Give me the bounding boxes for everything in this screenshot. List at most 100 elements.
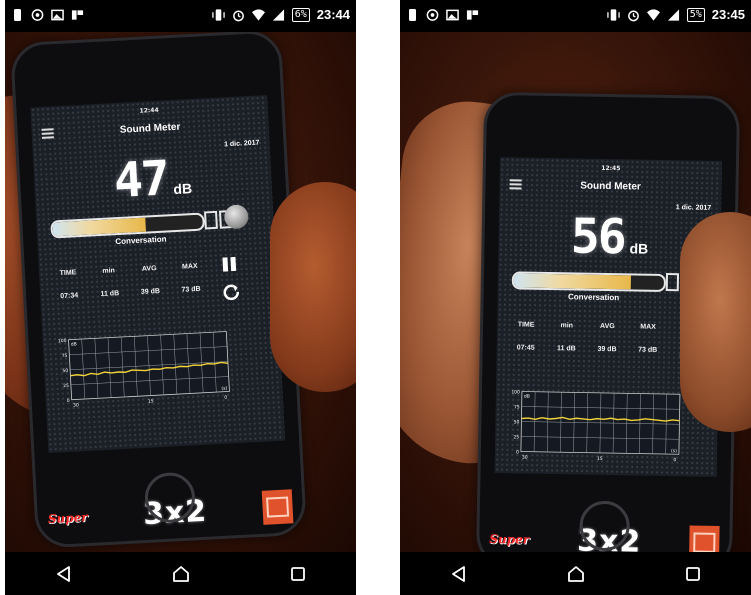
back-icon <box>451 565 465 582</box>
whatsapp-icon <box>31 9 44 21</box>
chart-y-tick: 100 <box>511 389 520 395</box>
level-bar <box>511 271 667 293</box>
whatsapp-icon <box>426 9 439 21</box>
stat-max: 73 dB <box>181 285 201 294</box>
home-button[interactable] <box>559 557 593 591</box>
stat-min: 11 dB <box>556 345 576 353</box>
db-unit: dB <box>172 180 193 198</box>
level-fill <box>513 273 631 290</box>
chart-y-unit: dB <box>524 394 530 400</box>
recents-icon <box>685 566 700 581</box>
flipboard-icon <box>466 10 479 20</box>
chart-x-tick: 15 <box>148 398 154 404</box>
gallery-icon <box>51 9 64 21</box>
chart-x-tick: 0 <box>224 395 227 401</box>
recents-button[interactable] <box>281 557 315 591</box>
signal-icon <box>272 8 284 21</box>
chart-x-unit: (s) <box>221 386 227 392</box>
db-history-chart: 100 75 50 25 0 30 15 0 dB (s) <box>503 385 690 468</box>
back-button[interactable] <box>442 557 476 591</box>
app-title: Sound Meter <box>580 180 641 193</box>
android-nav-bar <box>400 552 751 595</box>
stat-min: 11 dB <box>100 290 120 299</box>
chart-y-tick: 25 <box>63 383 69 389</box>
home-icon <box>172 565 189 582</box>
chart-y-unit: dB <box>71 341 77 347</box>
chart-y-tick: 0 <box>516 449 519 455</box>
stat-header-time: TIME <box>59 269 77 278</box>
alarm-icon <box>232 10 244 21</box>
stat-max: 73 dB <box>638 346 658 354</box>
chart-x-unit: (s) <box>671 448 677 454</box>
vibrate-icon <box>211 8 225 21</box>
screenshot-left: 6% 23:44 12:44 Sound Meter 1 dic. 2017 4… <box>5 0 356 595</box>
android-nav-bar <box>5 552 356 595</box>
db-unit: dB <box>629 240 649 257</box>
home-icon <box>567 565 584 582</box>
db-value: 56 <box>570 208 626 266</box>
chart-y-tick: 0 <box>67 398 70 404</box>
chart-y-tick: 50 <box>62 368 68 374</box>
stats-values: 07:34 11 dB 39 dB 73 dB <box>50 285 210 300</box>
phone: 12:44 Sound Meter 1 dic. 2017 47 dB Conv… <box>9 32 308 549</box>
back-icon <box>56 565 70 582</box>
status-bar: 6% 23:44 <box>5 0 356 32</box>
back-button[interactable] <box>47 557 81 591</box>
chart-y-tick: 25 <box>513 434 519 440</box>
chart-y-tick: 75 <box>61 353 67 359</box>
reset-icon[interactable] <box>222 283 241 302</box>
level-label: Conversation <box>567 292 620 303</box>
status-clock: 23:45 <box>711 7 745 22</box>
wifi-icon <box>251 8 265 21</box>
stat-header-avg: AVG <box>600 322 615 331</box>
db-value: 47 <box>112 150 170 210</box>
ad-super-label: Super <box>489 531 530 547</box>
stat-header-time: TIME <box>517 321 535 329</box>
phone-clock: 12:45 <box>601 164 621 173</box>
phone-clock: 12:44 <box>139 106 159 115</box>
photo: 12:44 Sound Meter 1 dic. 2017 47 dB Conv… <box>5 32 356 552</box>
hand-thumb <box>680 212 751 432</box>
chart-x-tick: 30 <box>522 455 528 461</box>
stat-header-max: MAX <box>181 262 198 271</box>
stat-header-min: min <box>102 267 116 275</box>
chart-x-tick: 0 <box>673 457 676 463</box>
ad-logo-icon <box>689 525 720 552</box>
screenshot-right: 5% 23:45 12:45 Sound Meter 1 dic. 2017 5… <box>400 0 751 595</box>
ad-super-label: Super <box>47 510 88 527</box>
level-fill <box>52 217 146 237</box>
stats-table: TIME min AVG MAX 07:34 11 dB 39 dB 73 dB <box>49 262 211 316</box>
date-label: 1 dic. 2017 <box>675 204 712 212</box>
level-knob[interactable] <box>223 204 249 230</box>
ad-logo-icon <box>261 489 294 525</box>
flipboard-icon <box>71 10 84 20</box>
recents-icon <box>290 566 305 581</box>
alarm-icon <box>627 10 639 21</box>
stats-headers: TIME min AVG MAX <box>49 262 209 277</box>
stat-avg: 39 dB <box>140 287 161 296</box>
recents-button[interactable] <box>676 557 710 591</box>
vibrate-icon <box>606 8 620 21</box>
stats-headers: TIME min AVG MAX <box>507 321 667 331</box>
hand-thumb <box>270 182 356 392</box>
wifi-icon <box>646 8 660 21</box>
stats-values: 07:45 11 dB 39 dB 73 dB <box>507 344 667 354</box>
stat-time: 07:45 <box>516 344 535 352</box>
stat-header-max: MAX <box>640 323 656 331</box>
chart-x-tick: 15 <box>597 456 603 462</box>
db-reading: 47 dB <box>33 149 272 209</box>
sound-meter-screen: 12:44 Sound Meter 1 dic. 2017 47 dB Conv… <box>30 95 286 453</box>
battery-indicator: 5% <box>686 7 705 22</box>
stat-header-avg: AVG <box>141 265 157 273</box>
home-button[interactable] <box>164 557 198 591</box>
photo: 12:45 Sound Meter 1 dic. 2017 56 dB Conv… <box>400 32 751 552</box>
pause-icon[interactable] <box>222 256 237 272</box>
chart-y-tick: 75 <box>514 404 520 410</box>
stat-avg: 39 dB <box>597 345 617 354</box>
status-clock: 23:44 <box>316 7 350 22</box>
stat-header-min: min <box>560 322 574 330</box>
signal-icon <box>667 8 679 21</box>
gallery-icon <box>446 9 459 21</box>
chart-x-tick: 30 <box>73 402 79 408</box>
date-label: 1 dic. 2017 <box>223 139 260 149</box>
